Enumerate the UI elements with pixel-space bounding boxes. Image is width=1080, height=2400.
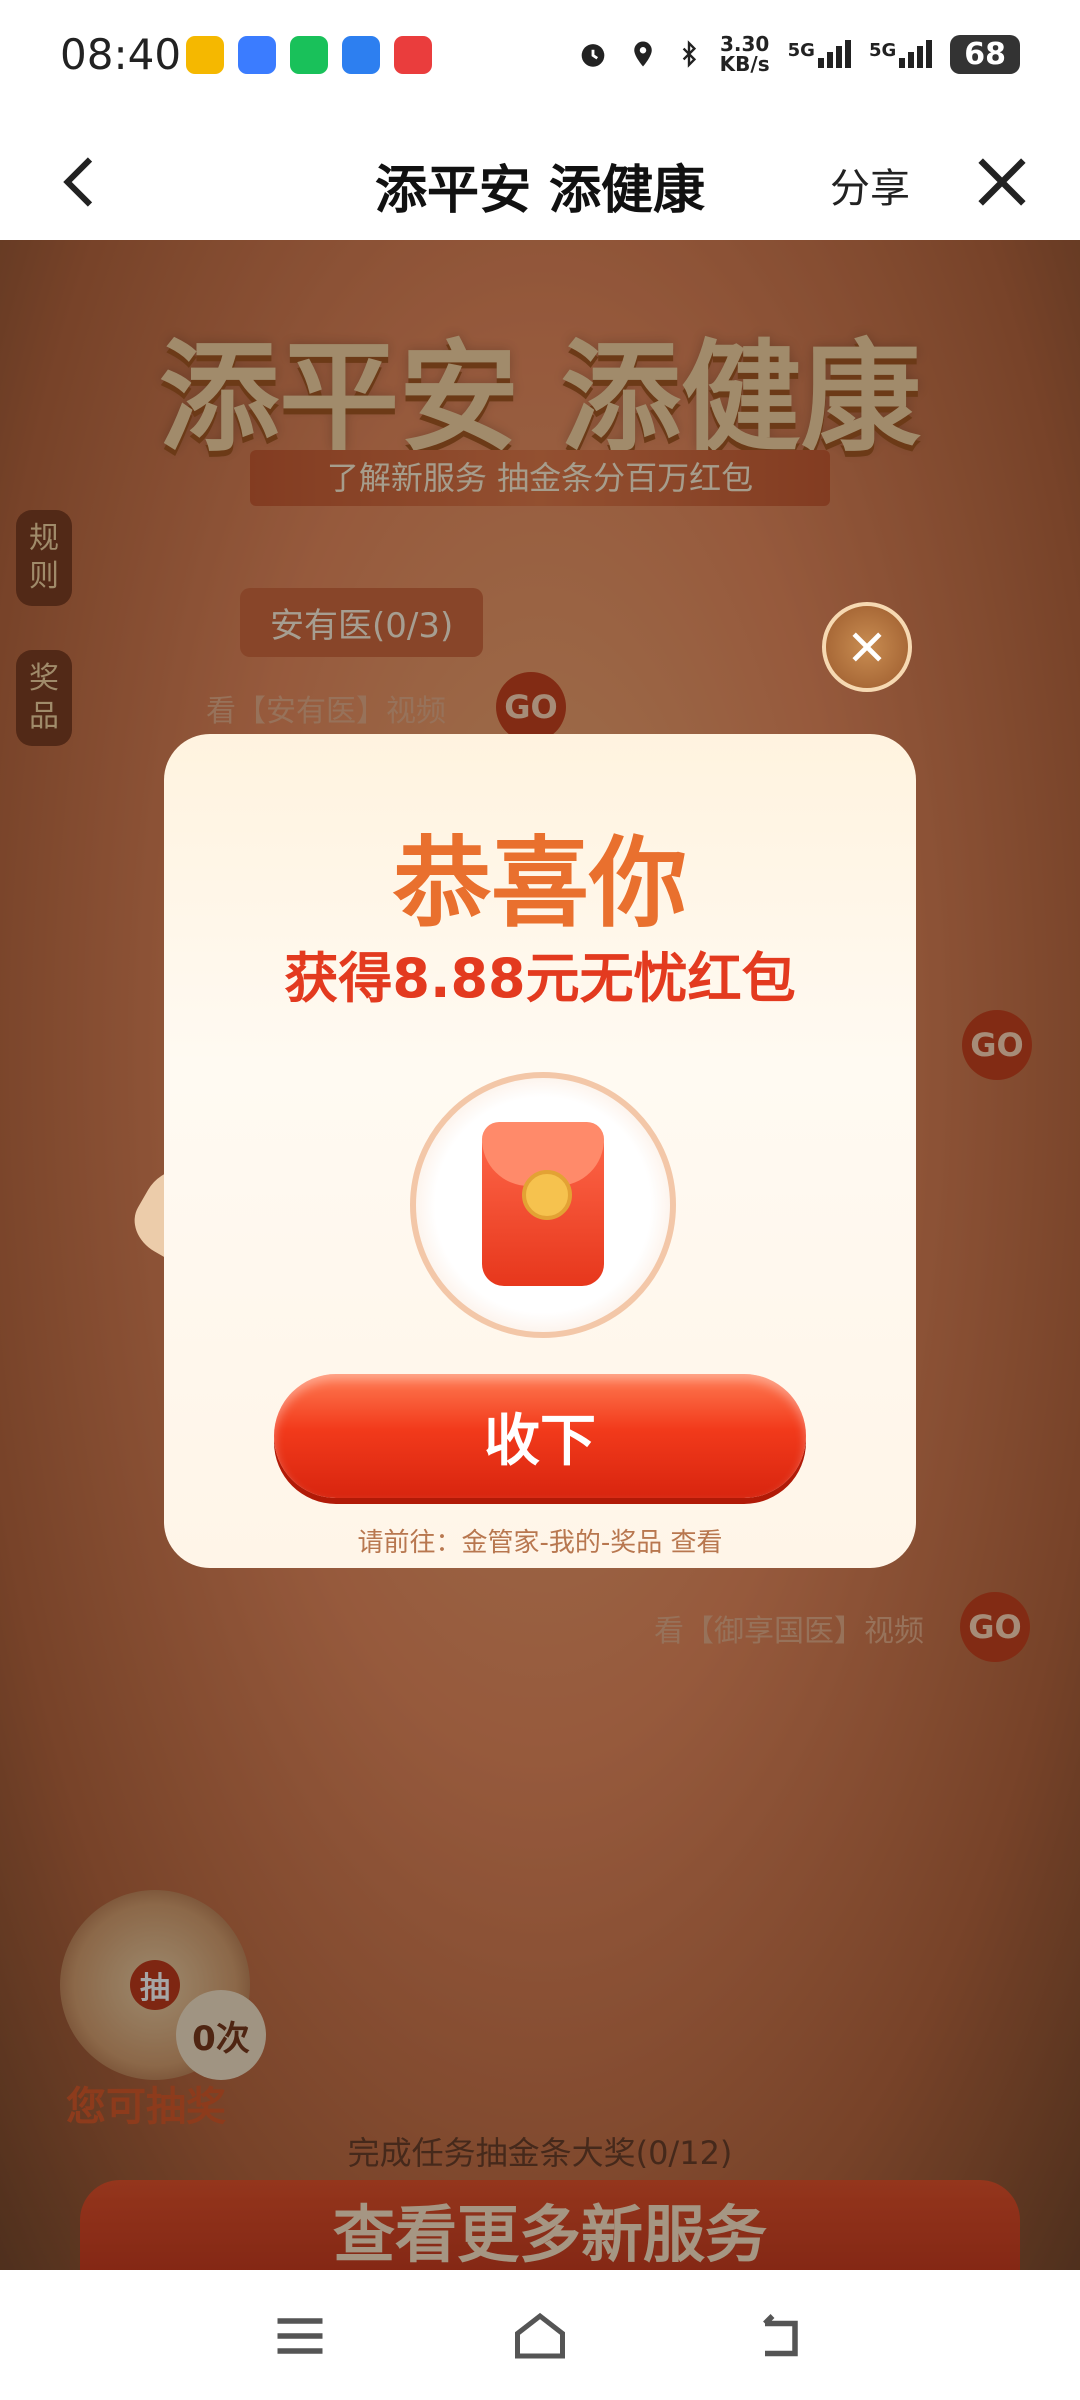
shopping-notification-icon: [394, 36, 432, 74]
wechat-notification-icon: [290, 36, 328, 74]
signal-2-label: 5G: [868, 40, 897, 61]
red-envelope-medal: [410, 1072, 676, 1338]
modal-close-button[interactable]: [822, 602, 912, 692]
modal-title: 恭喜你: [392, 827, 687, 941]
system-navigation-bar: [0, 2270, 1080, 2400]
home-icon[interactable]: [510, 2306, 570, 2366]
status-time: 08:40: [60, 30, 182, 79]
navigation-bar: 添平安 添健康 分享: [0, 120, 1080, 240]
signal-2-icon: 5G: [868, 40, 933, 68]
signal-1-icon: 5G: [788, 40, 851, 68]
browser-notification-icon: [238, 36, 276, 74]
status-bar: 08:40 3.30 KB/s 5G 5G 68: [0, 0, 1080, 120]
message-notification-icon: [342, 36, 380, 74]
alarm-icon: [581, 44, 605, 67]
status-right: 3.30 KB/s 5G 5G 68: [576, 34, 1020, 74]
reward-modal: 恭喜你 获得8.88元无忧红包 收下 请前往：金管家-我的-奖品 查看: [164, 734, 916, 1568]
network-speed-unit: KB/s: [719, 52, 770, 76]
modal-subtitle: 获得8.88元无忧红包: [284, 947, 796, 1010]
bluetooth-icon: [682, 40, 696, 68]
accept-button[interactable]: 收下: [274, 1374, 806, 1498]
back-icon[interactable]: [750, 2306, 810, 2366]
notification-icons: [186, 36, 432, 74]
network-speed-value: 3.30: [719, 32, 770, 56]
page-title: 添平安 添健康: [374, 161, 706, 221]
network-speed: 3.30 KB/s: [720, 34, 770, 74]
share-button[interactable]: 分享: [830, 156, 910, 214]
red-envelope-icon: [482, 1122, 604, 1286]
close-icon[interactable]: [970, 150, 1034, 214]
close-icon: [852, 632, 882, 662]
signal-1-label: 5G: [787, 40, 815, 61]
modal-hint: 请前往：金管家-我的-奖品 查看: [357, 1528, 723, 1558]
menu-icon[interactable]: [270, 2306, 330, 2366]
battery-indicator: 68: [950, 34, 1020, 74]
envelope-seal: [522, 1170, 572, 1220]
app-notification-icon: [186, 36, 224, 74]
location-icon: [633, 41, 652, 67]
